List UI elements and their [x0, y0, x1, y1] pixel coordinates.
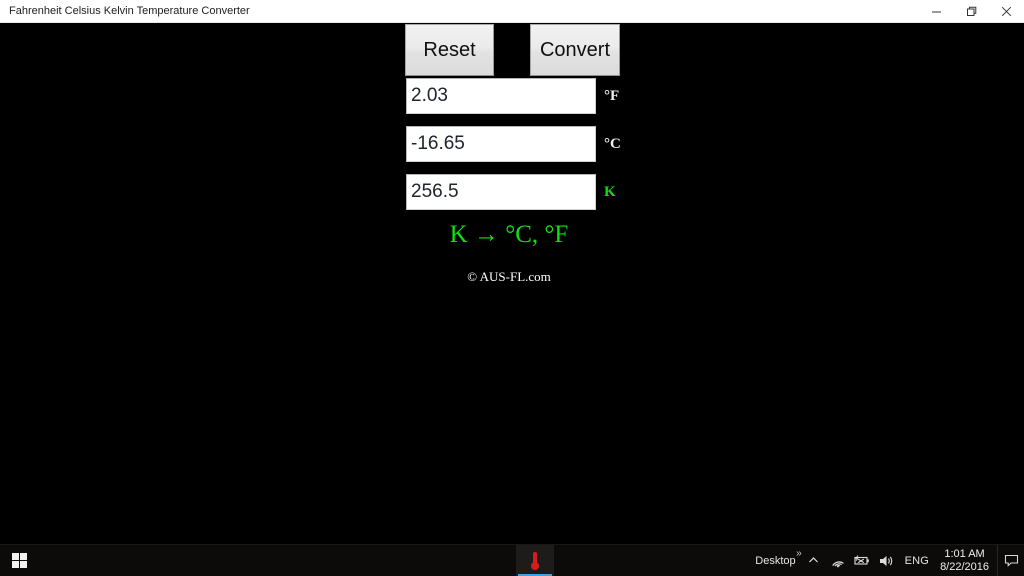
fahrenheit-unit-label: °F [604, 88, 620, 104]
start-button[interactable] [0, 545, 38, 576]
celsius-input[interactable] [406, 126, 596, 162]
taskbar-app-list [516, 545, 554, 576]
desktop-text: Desktop [755, 554, 796, 567]
clock[interactable]: 1:01 AM 8/22/2016 [936, 545, 997, 576]
thermometer-icon [528, 551, 542, 570]
kelvin-unit-label: K [604, 184, 616, 200]
chevron-up-icon[interactable] [802, 545, 826, 576]
speaker-icon[interactable] [874, 545, 898, 576]
taskbar: Desktop » ENG 1:01 AM 8/22/2016 [0, 544, 1024, 576]
clock-time: 1:01 AM [944, 547, 985, 560]
taskbar-item-temperature-converter[interactable] [516, 545, 554, 576]
window-controls [919, 0, 1024, 23]
convert-button[interactable]: Convert [530, 24, 620, 76]
minimize-icon[interactable] [919, 0, 954, 23]
system-tray: Desktop » ENG 1:01 AM 8/22/2016 [751, 545, 1024, 576]
copyright-label: © AUS-FL.com [467, 269, 551, 284]
window-titlebar[interactable]: Fahrenheit Celsius Kelvin Temperature Co… [0, 0, 1024, 23]
reset-button[interactable]: Reset [405, 24, 494, 76]
clock-date: 8/22/2016 [940, 560, 989, 573]
close-icon[interactable] [989, 0, 1024, 23]
tray-desktop-label[interactable]: Desktop » [751, 545, 801, 576]
windows-logo-icon [11, 553, 27, 568]
battery-icon[interactable] [850, 545, 874, 576]
conversion-formula-label: K → °C, °F [449, 221, 569, 248]
peek-chevron-icon: » [796, 548, 802, 559]
kelvin-input[interactable] [406, 174, 596, 210]
restore-icon[interactable] [954, 0, 989, 23]
fahrenheit-input[interactable] [406, 78, 596, 114]
window-title: Fahrenheit Celsius Kelvin Temperature Co… [9, 5, 250, 17]
app-client-area: Reset Convert °F °C K K → °C, °F © AUS-F… [0, 23, 1024, 544]
screen: Fahrenheit Celsius Kelvin Temperature Co… [0, 0, 1024, 576]
action-center-icon[interactable] [997, 545, 1024, 576]
language-indicator[interactable]: ENG [898, 545, 936, 576]
celsius-unit-label: °C [604, 136, 621, 152]
wifi-icon[interactable] [826, 545, 850, 576]
